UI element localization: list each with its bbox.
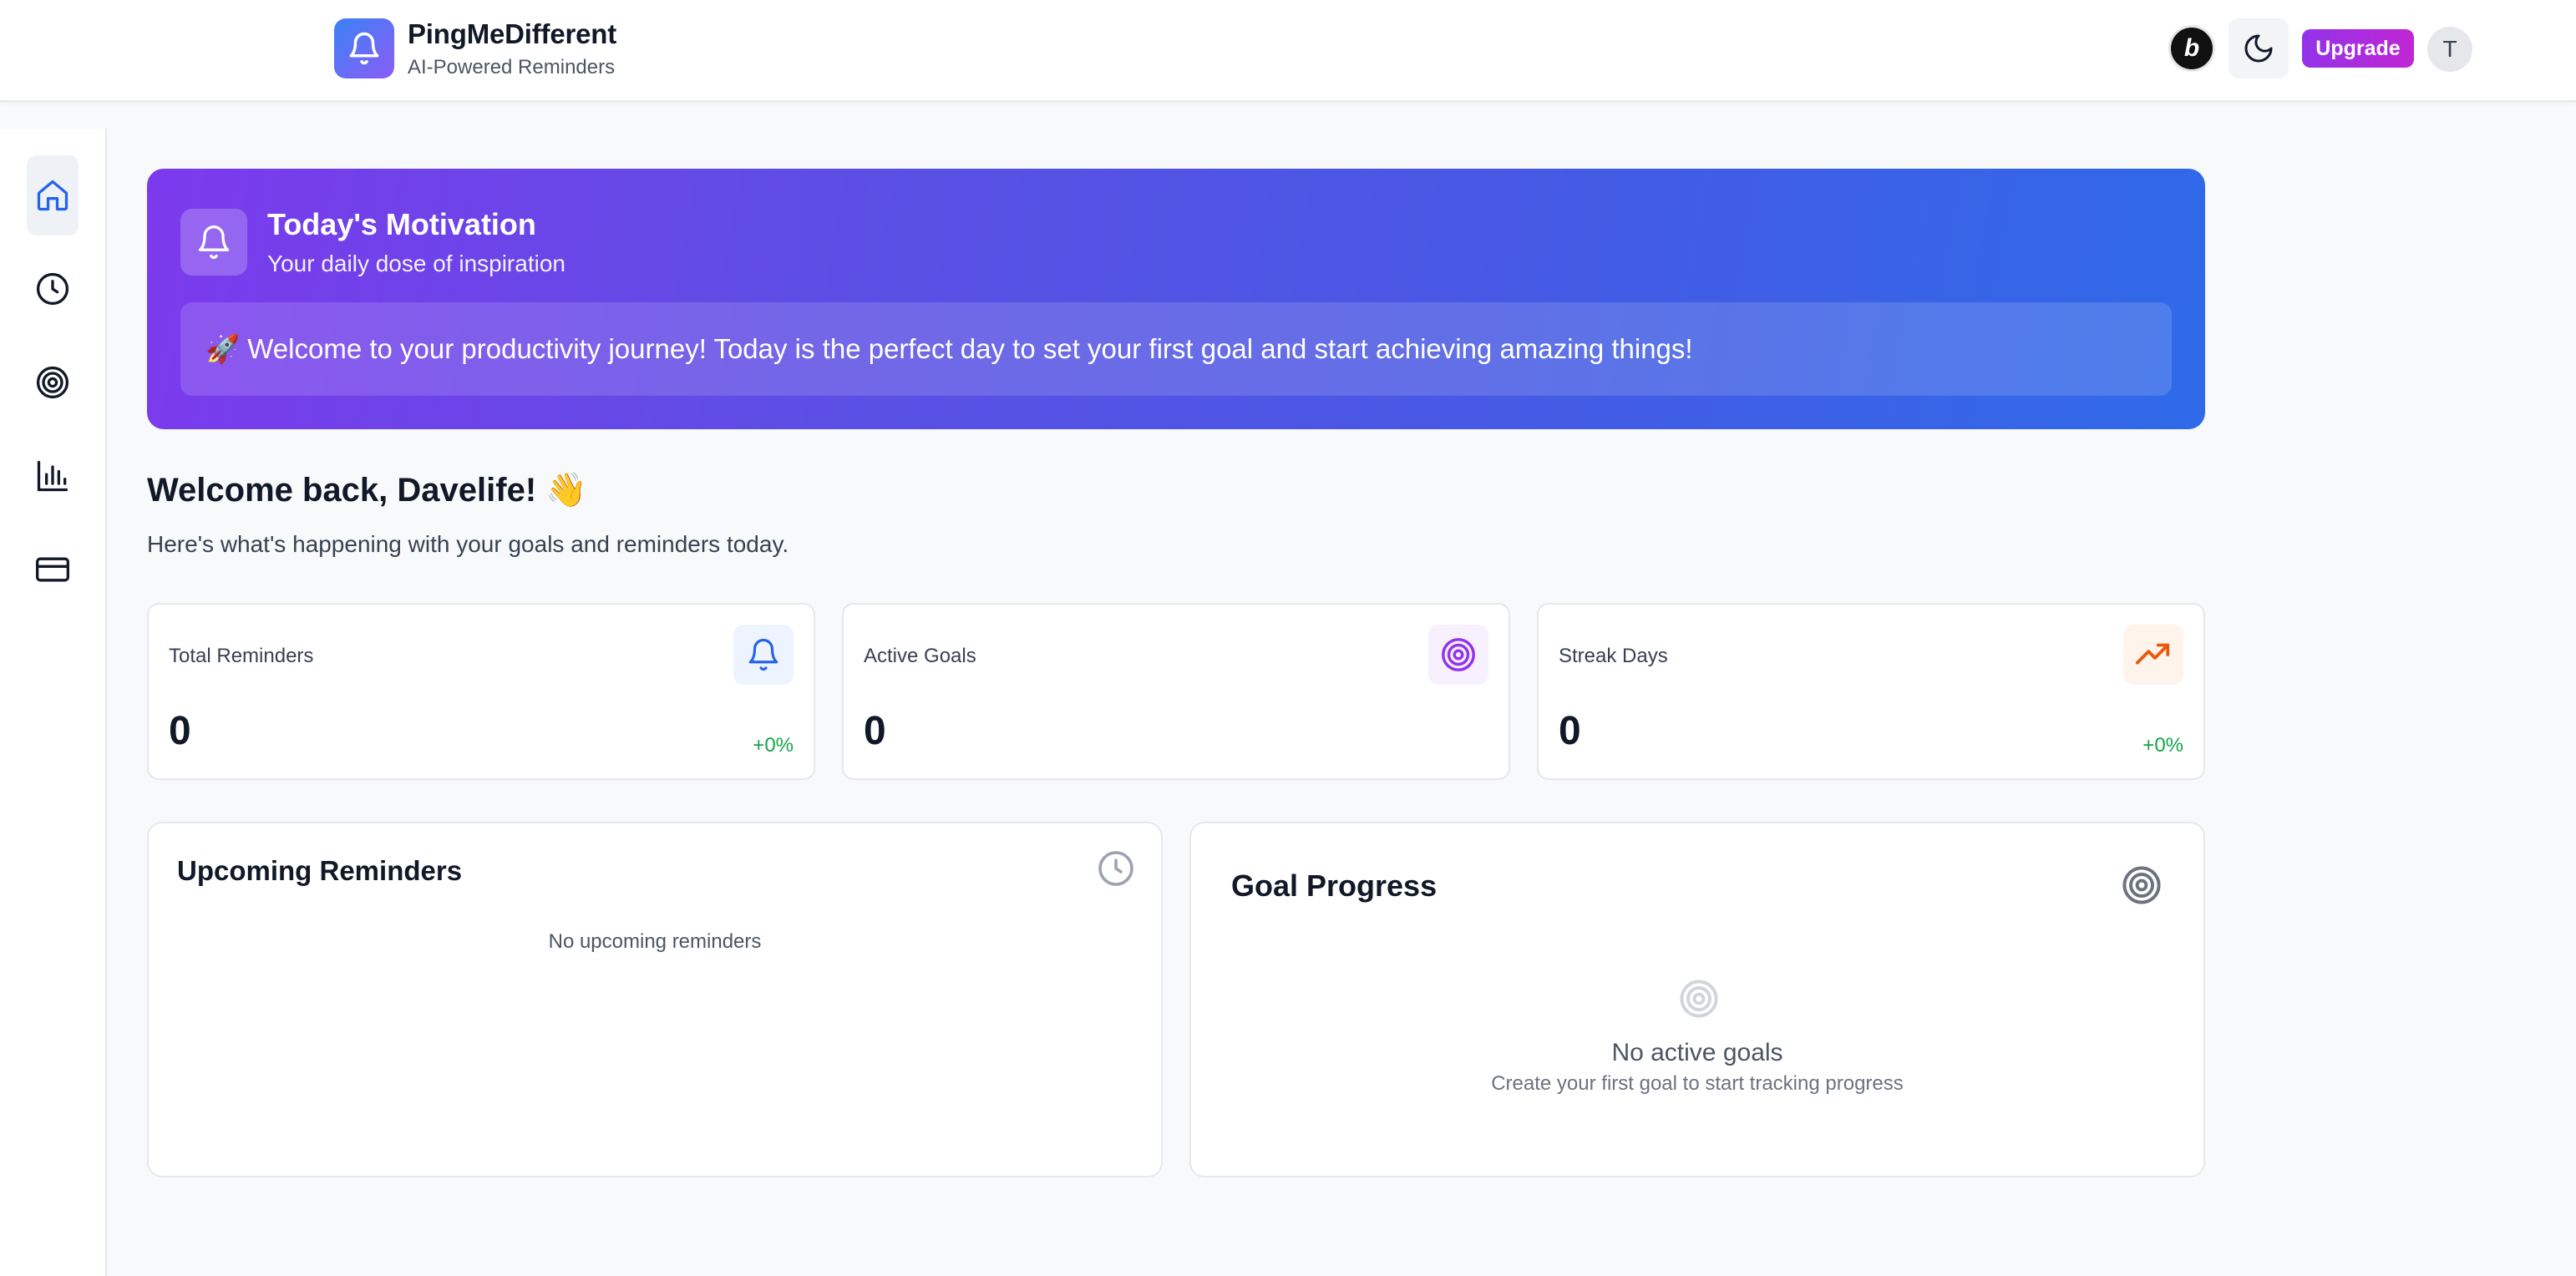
bell-icon [198,225,230,259]
stat-icon-box [1428,625,1488,685]
target-icon [1442,638,1475,671]
stat-label: Active Goals [864,645,976,667]
extension-badge[interactable]: b [2168,25,2215,72]
bell-icon [349,32,379,65]
target-icon [1680,980,1718,1018]
stat-icon-box [733,625,794,685]
bar-chart-icon [37,460,68,492]
stat-change: +0% [753,734,794,757]
stat-card-total-reminders[interactable]: Total Reminders 0 +0% [147,603,815,780]
motivation-icon-box [180,209,247,276]
stat-value: 0 [1559,709,1581,753]
empty-goals-title: No active goals [1611,1039,1783,1066]
welcome-subtitle: Here's what's happening with your goals … [147,531,789,557]
moon-icon [2244,34,2273,63]
target-icon [36,366,69,399]
home-icon [37,180,68,211]
empty-goals-subtitle: Create your first goal to start tracking… [1491,1072,1904,1095]
sidebar-item-reminders[interactable] [27,249,79,329]
panel-title: Goal Progress [1231,868,1438,903]
stat-card-active-goals[interactable]: Active Goals 0 [842,603,1510,780]
app-tagline: AI-Powered Reminders [408,56,616,78]
sidebar [0,129,107,1276]
target-icon [2122,866,2161,904]
credit-card-icon [36,557,69,582]
clock-icon [36,272,69,306]
sidebar-item-goals[interactable] [27,342,79,423]
theme-toggle-button[interactable] [2229,18,2289,78]
sidebar-item-analytics[interactable] [27,436,79,516]
top-header: PingMeDifferent AI-Powered Reminders b U… [0,0,2576,102]
clock-icon [1098,851,1133,886]
user-avatar[interactable]: T [2427,27,2472,72]
sidebar-item-home[interactable] [27,155,79,235]
app-name: PingMeDifferent [408,18,617,49]
sidebar-item-billing[interactable] [27,529,79,610]
app-logo[interactable] [334,18,394,78]
bell-icon [748,639,778,671]
stat-label: Streak Days [1559,645,1668,667]
motivation-title: Today's Motivation [267,207,536,241]
stat-label: Total Reminders [169,645,314,667]
stat-value: 0 [169,709,191,753]
trending-up-icon [2135,643,2170,665]
goal-progress-panel: Goal Progress No active goals Create you… [1189,822,2205,1177]
motivation-banner: Today's Motivation Your daily dose of in… [147,169,2205,429]
stat-icon-box [2123,625,2183,685]
stat-change: +0% [2142,734,2183,757]
upcoming-reminders-panel: Upcoming Reminders No upcoming reminders [147,822,1163,1177]
extension-label: b [2183,34,2200,62]
motivation-subtitle: Your daily dose of inspiration [267,251,565,276]
stat-value: 0 [864,709,886,753]
welcome-title: Welcome back, Davelife! 👋 [147,472,588,509]
panel-title: Upcoming Reminders [177,855,463,886]
empty-reminders-text: No upcoming reminders [548,930,762,953]
motivation-message: 🚀 Welcome to your productivity journey! … [180,302,2172,396]
upgrade-button[interactable]: Upgrade [2302,29,2414,68]
stat-card-streak-days[interactable]: Streak Days 0 +0% [1537,603,2205,780]
